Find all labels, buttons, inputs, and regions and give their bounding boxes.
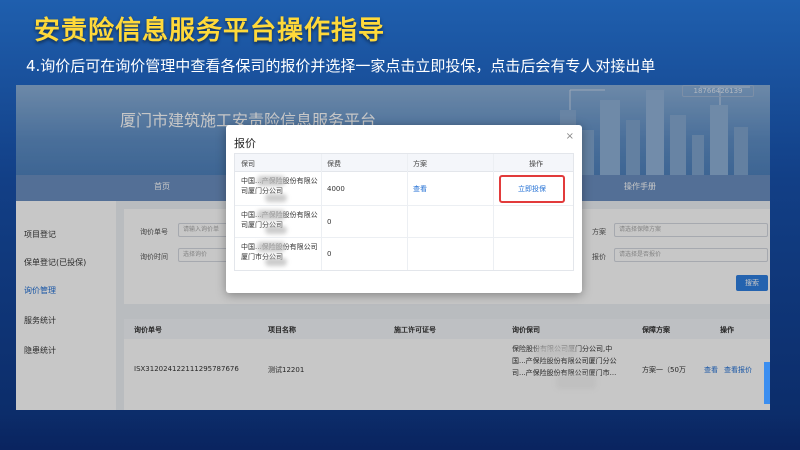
- privacy-blur: [257, 176, 285, 186]
- privacy-blur: [265, 258, 287, 266]
- quote-row-premium: 4000: [327, 185, 345, 193]
- buy-now-button[interactable]: 立即投保: [499, 175, 565, 203]
- slide-bottom-band: [0, 414, 800, 450]
- quote-row: 中国...产保险股份有限公司厦门分公司 0: [235, 206, 573, 238]
- col-plan: 方案: [413, 160, 427, 168]
- app-screenshot: 厦门市建筑施工安责险信息服务平台 18766426139 首页 操作手册 项目登…: [16, 85, 770, 410]
- view-plan-link[interactable]: 查看: [413, 184, 427, 194]
- privacy-blur: [556, 375, 596, 389]
- slide-subtitle: 4.询价后可在询价管理中查看各保司的报价并选择一家点击立即投保，点击后会有专人对…: [26, 57, 656, 75]
- col-action: 操作: [529, 160, 543, 168]
- privacy-blur: [265, 226, 287, 234]
- modal-title: 报价: [234, 137, 256, 150]
- close-icon[interactable]: ×: [566, 131, 574, 142]
- side-float-tab[interactable]: [764, 362, 770, 404]
- slide-title: 安责险信息服务平台操作指导: [34, 16, 386, 46]
- quote-row: 中国...保险股份有限公司厦门市分公司 0: [235, 238, 573, 270]
- quote-table: 保司 保费 方案 操作 中国...产保险股份有限公司厦门分公司 4000 查看 …: [234, 153, 574, 271]
- quote-modal: 报价 × 保司 保费 方案 操作 中国...产保险股份有限公司厦门分公司 400…: [226, 125, 582, 293]
- privacy-blur: [536, 345, 576, 357]
- privacy-blur: [257, 210, 285, 220]
- quote-table-header: 保司 保费 方案 操作: [235, 154, 573, 172]
- quote-row-premium: 0: [327, 218, 332, 226]
- privacy-blur: [257, 242, 285, 252]
- quote-row-premium: 0: [327, 250, 332, 258]
- col-insurer: 保司: [241, 160, 255, 168]
- col-premium: 保费: [327, 160, 341, 168]
- privacy-blur: [265, 194, 287, 202]
